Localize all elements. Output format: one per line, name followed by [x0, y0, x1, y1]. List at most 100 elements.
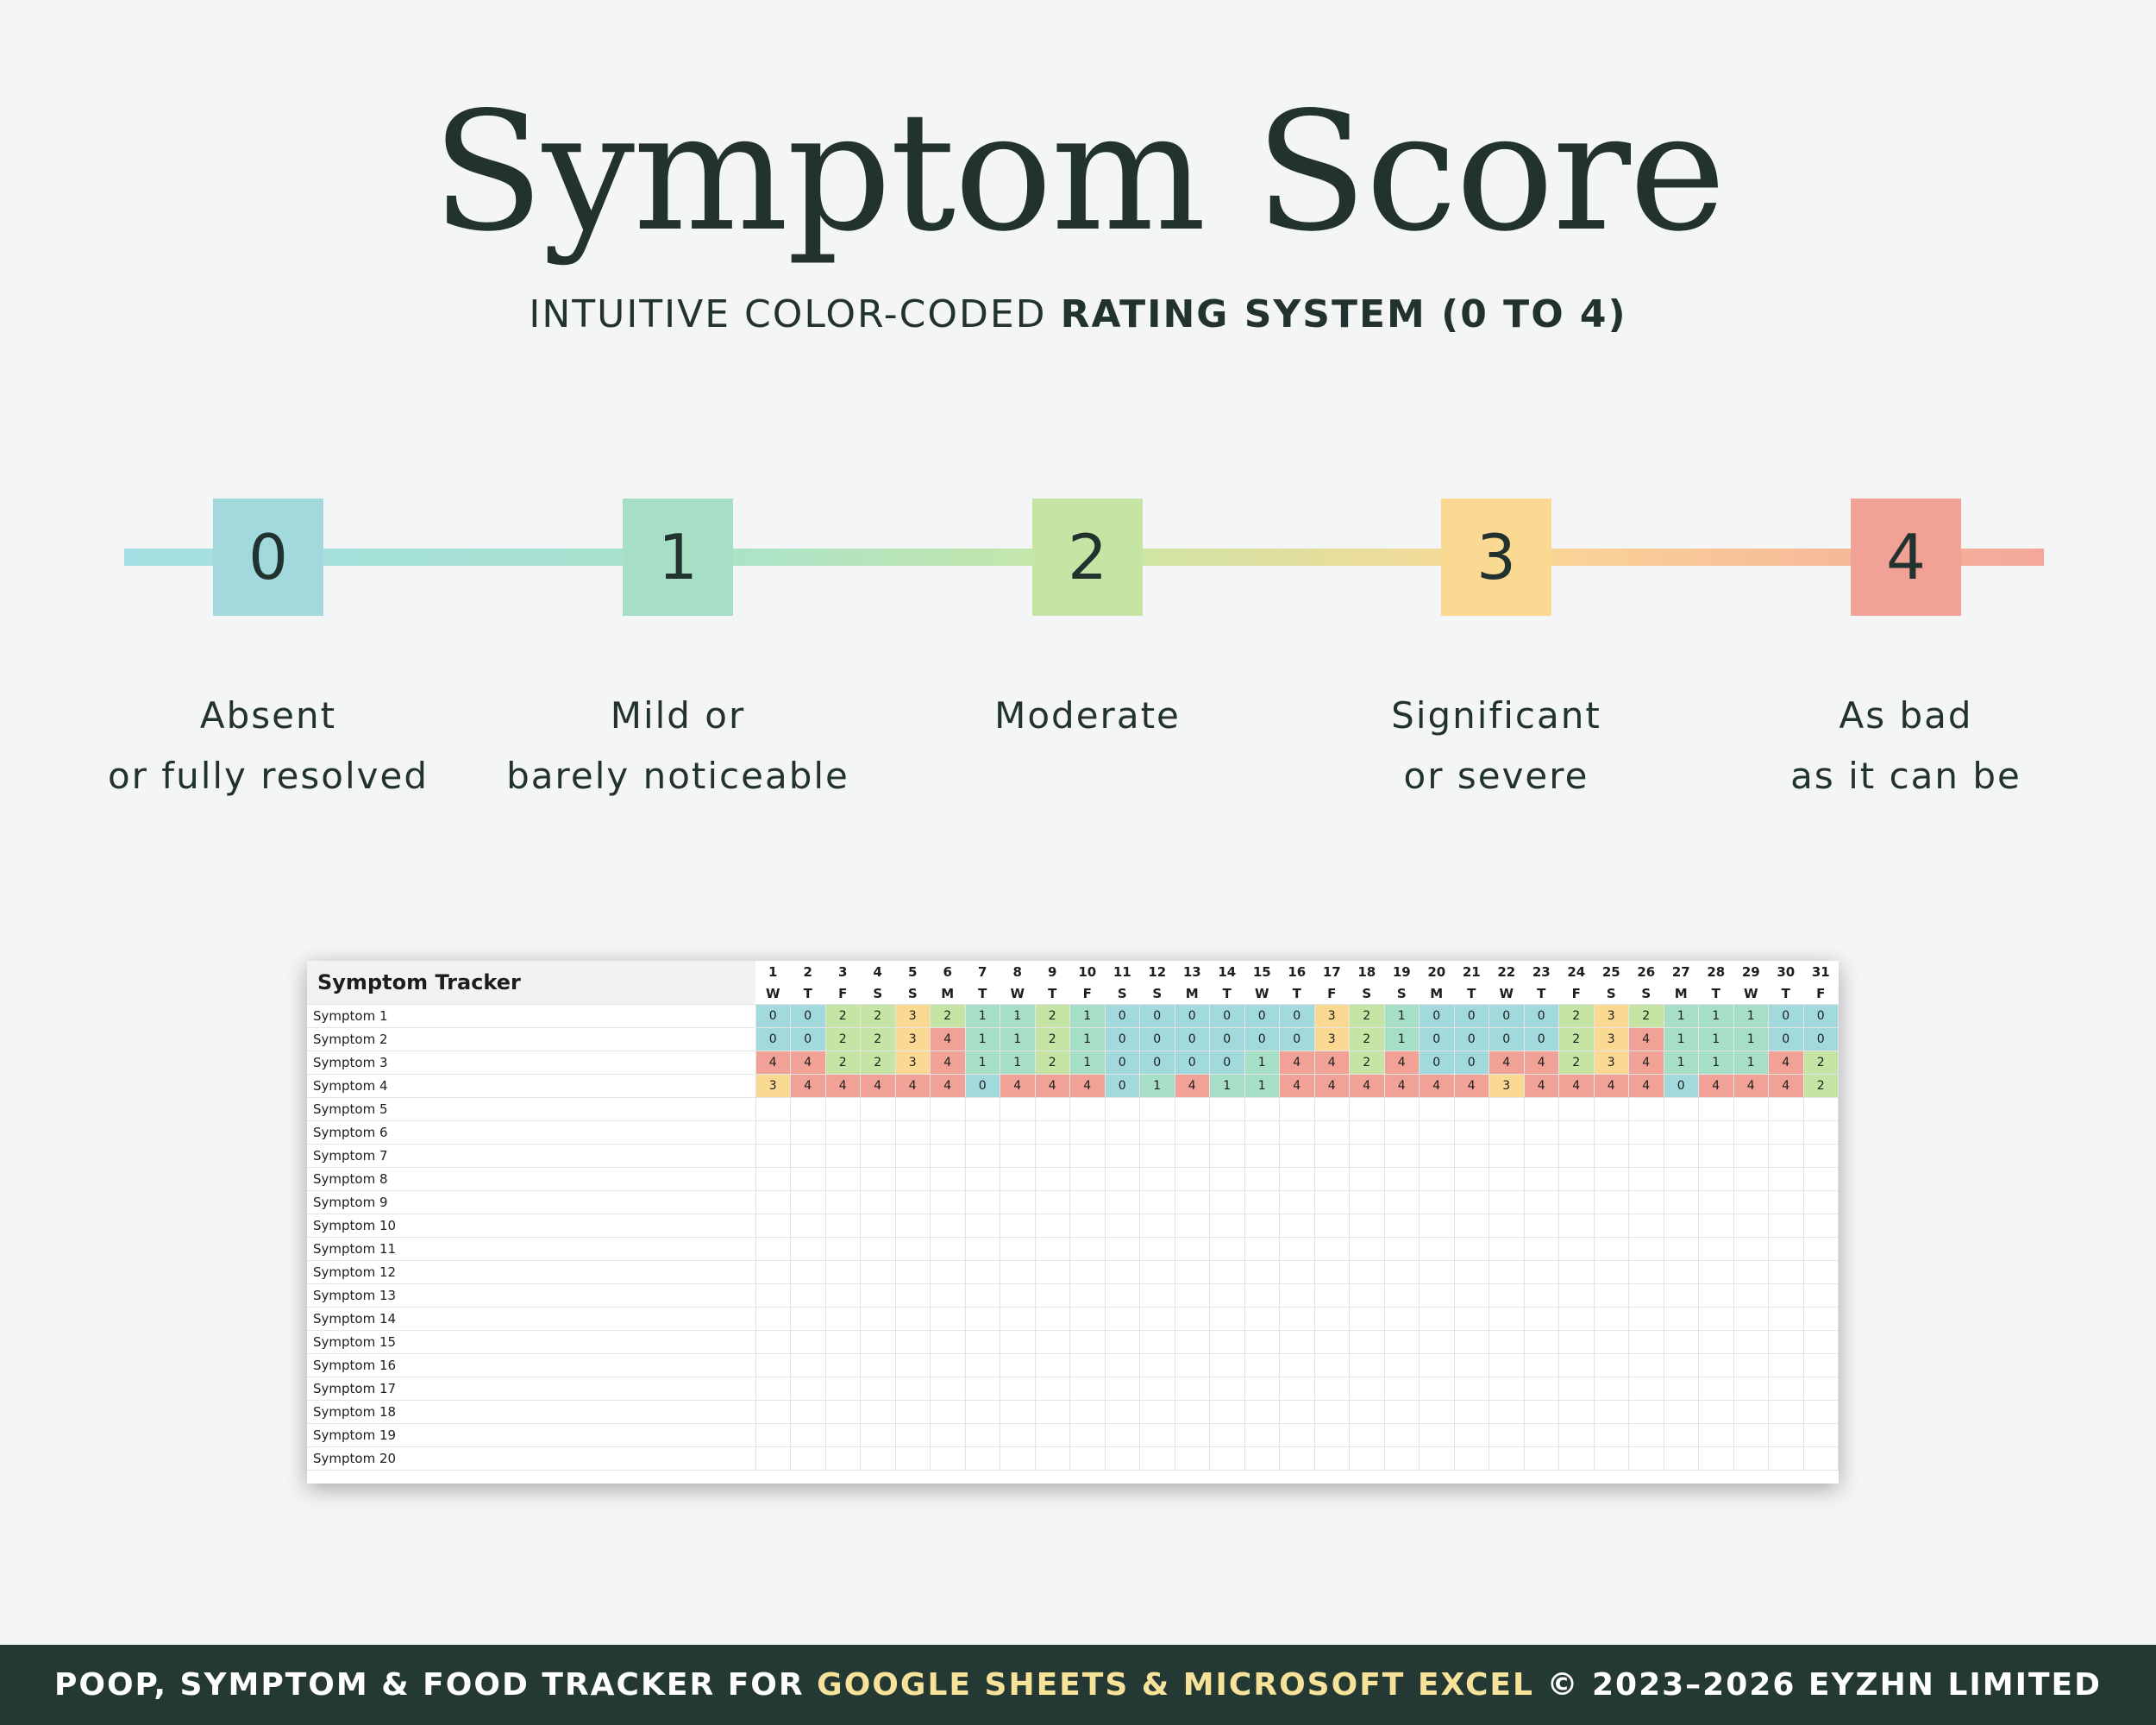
- score-cell[interactable]: [1558, 1190, 1595, 1214]
- score-cell[interactable]: [860, 1400, 896, 1424]
- score-cell[interactable]: 1: [1698, 1004, 1734, 1028]
- score-cell[interactable]: 2: [1034, 1004, 1070, 1028]
- score-cell[interactable]: [894, 1446, 931, 1471]
- score-cell[interactable]: [1663, 1237, 1699, 1261]
- score-cell[interactable]: [1628, 1167, 1664, 1191]
- score-cell[interactable]: [1593, 1400, 1629, 1424]
- score-cell[interactable]: [1663, 1377, 1699, 1401]
- score-cell[interactable]: [1174, 1400, 1210, 1424]
- score-cell[interactable]: [1419, 1283, 1455, 1308]
- score-cell[interactable]: 3: [755, 1074, 791, 1098]
- score-cell[interactable]: [1802, 1377, 1839, 1401]
- score-cell[interactable]: [755, 1400, 791, 1424]
- score-cell[interactable]: [1034, 1190, 1070, 1214]
- score-cell[interactable]: [1069, 1307, 1106, 1331]
- score-cell[interactable]: [1383, 1120, 1420, 1145]
- score-cell[interactable]: [1663, 1400, 1699, 1424]
- score-cell[interactable]: [1104, 1097, 1140, 1121]
- score-cell[interactable]: 0: [1209, 1027, 1245, 1051]
- score-cell[interactable]: [1104, 1400, 1140, 1424]
- score-cell[interactable]: [1733, 1214, 1769, 1238]
- score-cell[interactable]: [1768, 1167, 1804, 1191]
- score-cell[interactable]: 3: [1313, 1004, 1350, 1028]
- score-cell[interactable]: 0: [1768, 1004, 1804, 1028]
- symptom-label[interactable]: Symptom 9: [307, 1190, 756, 1214]
- score-cell[interactable]: 1: [1000, 1004, 1036, 1028]
- score-cell[interactable]: 1: [1733, 1004, 1769, 1028]
- score-cell[interactable]: [894, 1377, 931, 1401]
- score-cell[interactable]: [755, 1144, 791, 1168]
- score-cell[interactable]: [1733, 1400, 1769, 1424]
- score-cell[interactable]: [930, 1423, 966, 1447]
- score-cell[interactable]: [1733, 1097, 1769, 1121]
- score-cell[interactable]: [824, 1260, 861, 1284]
- score-cell[interactable]: 0: [1453, 1051, 1489, 1075]
- score-cell[interactable]: 3: [894, 1004, 931, 1028]
- score-cell[interactable]: [1313, 1260, 1350, 1284]
- score-cell[interactable]: [860, 1237, 896, 1261]
- score-cell[interactable]: [824, 1283, 861, 1308]
- score-cell[interactable]: 1: [1383, 1004, 1420, 1028]
- score-cell[interactable]: [1383, 1260, 1420, 1284]
- score-cell[interactable]: [1489, 1283, 1525, 1308]
- score-cell[interactable]: [1279, 1120, 1315, 1145]
- score-cell[interactable]: 1: [1069, 1051, 1106, 1075]
- score-cell[interactable]: [1174, 1377, 1210, 1401]
- score-cell[interactable]: 4: [824, 1074, 861, 1098]
- score-cell[interactable]: [1768, 1307, 1804, 1331]
- score-cell[interactable]: [824, 1307, 861, 1331]
- symptom-label[interactable]: Symptom 13: [307, 1283, 756, 1308]
- score-cell[interactable]: 4: [930, 1074, 966, 1098]
- score-cell[interactable]: 0: [755, 1004, 791, 1028]
- score-cell[interactable]: [1558, 1097, 1595, 1121]
- score-cell[interactable]: [1628, 1377, 1664, 1401]
- score-cell[interactable]: [930, 1214, 966, 1238]
- score-cell[interactable]: [755, 1283, 791, 1308]
- score-cell[interactable]: [964, 1423, 1000, 1447]
- score-cell[interactable]: [1523, 1446, 1559, 1471]
- score-cell[interactable]: [1279, 1144, 1315, 1168]
- score-cell[interactable]: [1593, 1190, 1629, 1214]
- score-cell[interactable]: [755, 1214, 791, 1238]
- score-cell[interactable]: [1349, 1330, 1385, 1354]
- score-cell[interactable]: [1349, 1237, 1385, 1261]
- score-cell[interactable]: [1523, 1190, 1559, 1214]
- score-cell[interactable]: [1628, 1400, 1664, 1424]
- score-cell[interactable]: [1174, 1167, 1210, 1191]
- score-cell[interactable]: 0: [1768, 1027, 1804, 1051]
- score-cell[interactable]: [1802, 1400, 1839, 1424]
- score-cell[interactable]: 4: [1069, 1074, 1106, 1098]
- score-cell[interactable]: [1802, 1214, 1839, 1238]
- score-cell[interactable]: [1802, 1260, 1839, 1284]
- score-cell[interactable]: [894, 1190, 931, 1214]
- score-cell[interactable]: [1000, 1097, 1036, 1121]
- score-cell[interactable]: 3: [1593, 1004, 1629, 1028]
- score-cell[interactable]: [930, 1446, 966, 1471]
- score-cell[interactable]: [1419, 1446, 1455, 1471]
- score-cell[interactable]: 4: [1419, 1074, 1455, 1098]
- score-cell[interactable]: 0: [964, 1074, 1000, 1098]
- score-cell[interactable]: [1000, 1214, 1036, 1238]
- score-cell[interactable]: [1279, 1283, 1315, 1308]
- score-cell[interactable]: 1: [1663, 1051, 1699, 1075]
- score-cell[interactable]: 4: [1349, 1074, 1385, 1098]
- score-cell[interactable]: [1244, 1353, 1280, 1377]
- score-cell[interactable]: [1419, 1400, 1455, 1424]
- score-cell[interactable]: [1768, 1097, 1804, 1121]
- score-cell[interactable]: [1453, 1283, 1489, 1308]
- score-cell[interactable]: [1419, 1377, 1455, 1401]
- score-cell[interactable]: [1174, 1353, 1210, 1377]
- score-cell[interactable]: [1453, 1120, 1489, 1145]
- score-cell[interactable]: 1: [964, 1004, 1000, 1028]
- score-cell[interactable]: [964, 1446, 1000, 1471]
- score-cell[interactable]: [790, 1377, 826, 1401]
- score-cell[interactable]: [1383, 1423, 1420, 1447]
- score-cell[interactable]: [1349, 1097, 1385, 1121]
- score-cell[interactable]: [1000, 1400, 1036, 1424]
- score-cell[interactable]: 0: [1279, 1027, 1315, 1051]
- score-cell[interactable]: [1802, 1097, 1839, 1121]
- score-cell[interactable]: [1733, 1260, 1769, 1284]
- score-cell[interactable]: [1802, 1423, 1839, 1447]
- score-cell[interactable]: 2: [1802, 1051, 1839, 1075]
- score-cell[interactable]: [1313, 1353, 1350, 1377]
